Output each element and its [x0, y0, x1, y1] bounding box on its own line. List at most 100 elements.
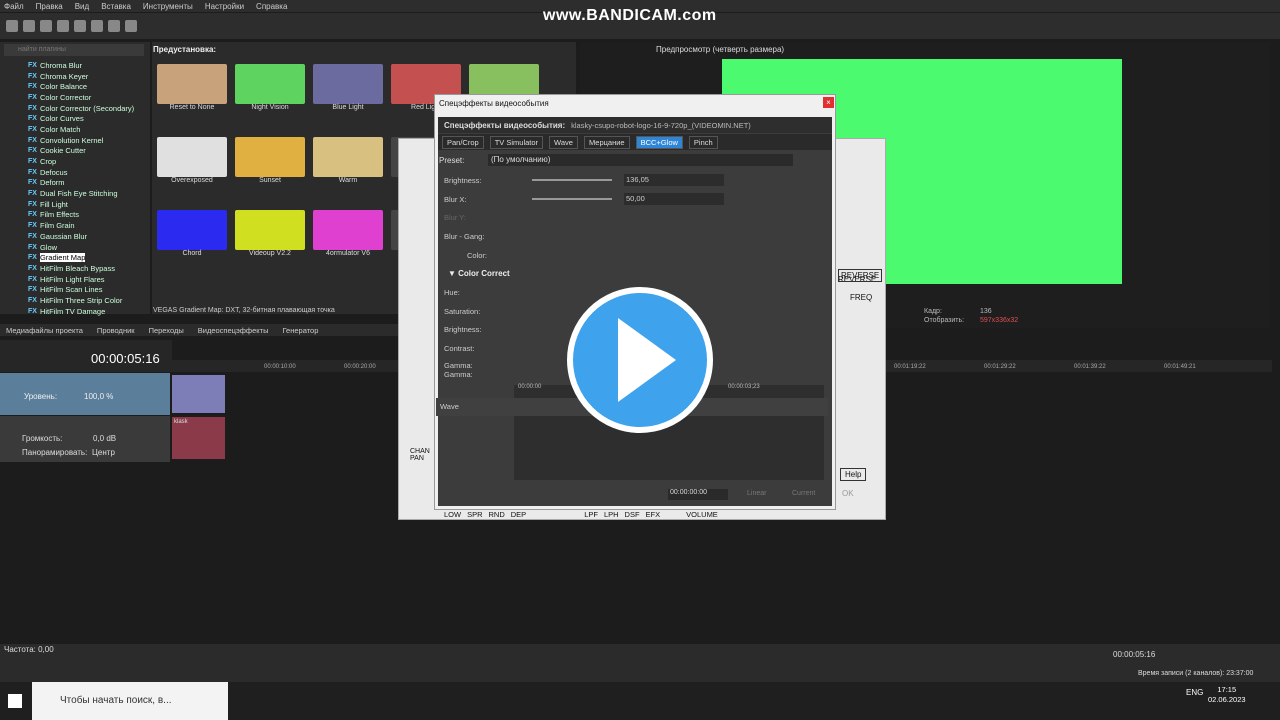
preset-thumbnail[interactable]: Chord — [157, 210, 227, 257]
video-track-header[interactable]: Уровень: 100,0 % — [0, 373, 170, 415]
plugin-item[interactable]: FX HitFilm Bleach Bypass — [28, 263, 138, 274]
plugin-item-label: HitFilm TV Damage — [39, 306, 106, 316]
menu-file[interactable]: Файл — [4, 2, 24, 11]
fx-label: Спецэффекты видеособытия: — [444, 120, 566, 130]
plugin-list: FX Chroma Blur FX Chroma Keyer FX Color Balan… — [28, 60, 138, 317]
preset-thumbnail[interactable]: Sunset — [235, 137, 305, 184]
plugin-item[interactable]: FX HitFilm Three Strip Color — [28, 295, 138, 306]
fx-icon: FX — [28, 222, 37, 230]
plugin-item[interactable]: FX Color Corrector — [28, 92, 138, 103]
plugin-item[interactable]: FX Chroma Keyer — [28, 71, 138, 82]
plugin-item[interactable]: FX Crop — [28, 156, 138, 167]
plugin-item[interactable]: FX Film Effects — [28, 210, 138, 221]
param-label: Gamma: Gamma: — [444, 361, 473, 379]
plugin-item[interactable]: FX Deform — [28, 178, 138, 189]
plugin-item[interactable]: FX Glow — [28, 242, 138, 253]
tab-explorer[interactable]: Проводник — [97, 326, 135, 335]
kf-timecode[interactable]: 00:00:00:00 — [668, 489, 728, 500]
tab-transitions[interactable]: Переходы — [149, 326, 184, 335]
preset-thumbnail[interactable]: Reset to None — [157, 64, 227, 111]
plugin-item[interactable]: FX Gradient Map — [28, 252, 138, 263]
taskbar-search-input[interactable]: Чтобы начать поиск, в... — [32, 682, 228, 720]
level-value[interactable]: 100,0 % — [84, 392, 113, 401]
label-dsf: DSF — [624, 510, 640, 519]
tab-generators[interactable]: Генератор — [282, 326, 318, 335]
plugin-search-input[interactable]: найти плагины — [4, 44, 144, 56]
linear-button[interactable]: Linear — [747, 490, 766, 497]
settings-icon[interactable] — [74, 20, 86, 32]
pan-value[interactable]: Центр — [92, 448, 115, 457]
lang-indicator[interactable]: ENG — [1186, 688, 1203, 697]
chain-tv-simulator[interactable]: TV Simulator — [489, 135, 544, 149]
brightness-value[interactable]: 136,05 — [624, 174, 724, 186]
preset-thumbnail[interactable]: Night Vision — [235, 64, 305, 111]
ruler-mark: 00:01:39:22 — [1074, 364, 1106, 370]
display-value: 597x336x32 — [980, 317, 1019, 324]
plugin-item[interactable]: FX Film Grain — [28, 220, 138, 231]
plugin-item[interactable]: FX Color Balance — [28, 81, 138, 92]
current-button[interactable]: Current — [792, 490, 815, 497]
plugin-item[interactable]: FX Color Corrector (Secondary) — [28, 103, 138, 114]
plugin-item[interactable]: FX Chroma Blur — [28, 60, 138, 71]
plugin-item[interactable]: FX Cookie Cutter — [28, 146, 138, 157]
new-icon[interactable] — [6, 20, 18, 32]
redo-icon[interactable] — [125, 20, 137, 32]
plugin-item[interactable]: FX HitFilm Scan Lines — [28, 284, 138, 295]
blur-x-slider[interactable] — [532, 198, 612, 200]
close-icon[interactable]: × — [823, 97, 834, 108]
preset-thumbnail[interactable]: Warm — [313, 137, 383, 184]
open-icon[interactable] — [23, 20, 35, 32]
blur-x-value[interactable]: 50,00 — [624, 193, 724, 205]
plugin-item[interactable]: FX Convolution Kernel — [28, 135, 138, 146]
menu-options[interactable]: Настройки — [205, 2, 244, 11]
plugin-item[interactable]: FX HitFilm Light Flares — [28, 274, 138, 285]
preset-select[interactable]: (По умолчанию) — [488, 154, 793, 166]
param-gamma: Gamma: Gamma: — [444, 360, 484, 380]
preview-quality[interactable]: Предпросмотр (четверть размера) — [656, 45, 784, 54]
plugin-item[interactable]: FX Fill Light — [28, 199, 138, 210]
menu-edit[interactable]: Правка — [36, 2, 63, 11]
undo-icon[interactable] — [108, 20, 120, 32]
chain-pan-crop[interactable]: Pan/Crop — [442, 135, 484, 149]
menu-tools[interactable]: Инструменты — [143, 2, 193, 11]
reverse-button[interactable]: REVERSE — [838, 269, 883, 282]
fx-icon: FX — [28, 296, 37, 304]
video-clip[interactable] — [172, 375, 225, 413]
chain-flicker[interactable]: Мерцание — [583, 135, 630, 149]
clock[interactable]: 17:15 02.06.2023 — [1208, 685, 1246, 705]
param-label: Saturation: — [444, 306, 481, 316]
plugin-item[interactable]: FX Defocus — [28, 167, 138, 178]
fx-icon: FX — [28, 168, 37, 176]
preset-thumbnail[interactable]: 4ormulator V6 — [313, 210, 383, 257]
preset-thumbnail[interactable]: Blue Light — [313, 64, 383, 111]
audio-clip[interactable]: klask — [172, 417, 225, 459]
plugin-item[interactable]: FX Color Match — [28, 124, 138, 135]
save-icon[interactable] — [40, 20, 52, 32]
ok-button[interactable]: OK — [842, 489, 854, 498]
volume-value[interactable]: 0,0 dB — [93, 434, 116, 443]
preset-thumbnail[interactable]: Videoup V2.2 — [235, 210, 305, 257]
section-color-correct[interactable]: ▼ Color Correct — [448, 269, 510, 278]
brightness-slider[interactable] — [532, 179, 612, 181]
preset-image — [313, 64, 383, 104]
render-icon[interactable] — [57, 20, 69, 32]
help-button[interactable]: Help — [840, 468, 867, 481]
menu-help[interactable]: Справка — [256, 2, 287, 11]
cut-icon[interactable] — [91, 20, 103, 32]
chain-wave[interactable]: Wave — [549, 135, 578, 149]
windows-start-icon[interactable] — [8, 694, 22, 708]
preset-thumbnail[interactable]: Overexposed — [157, 137, 227, 184]
plugin-item[interactable]: FX Gaussian Blur — [28, 231, 138, 242]
preset-image — [157, 137, 227, 177]
menu-view[interactable]: Вид — [75, 2, 89, 11]
chain-pinch[interactable]: Pinch — [688, 135, 718, 149]
audio-track-header[interactable]: Громкость: 0,0 dB Панорамировать: Центр — [0, 416, 170, 462]
chain-bcc-glow[interactable]: BCC+Glow — [635, 135, 683, 149]
tab-project-media[interactable]: Медиафайлы проекта — [6, 326, 83, 335]
menu-insert[interactable]: Вставка — [101, 2, 131, 11]
chan-pan-button[interactable]: CHAN PAN — [410, 448, 436, 462]
plugin-item[interactable]: FX Color Curves — [28, 113, 138, 124]
plugin-item[interactable]: FX Dual Fish Eye Stitching — [28, 188, 138, 199]
plugin-item[interactable]: FX HitFilm TV Damage — [28, 306, 138, 317]
tab-video-fx[interactable]: Видеоспецэффекты — [198, 326, 269, 335]
